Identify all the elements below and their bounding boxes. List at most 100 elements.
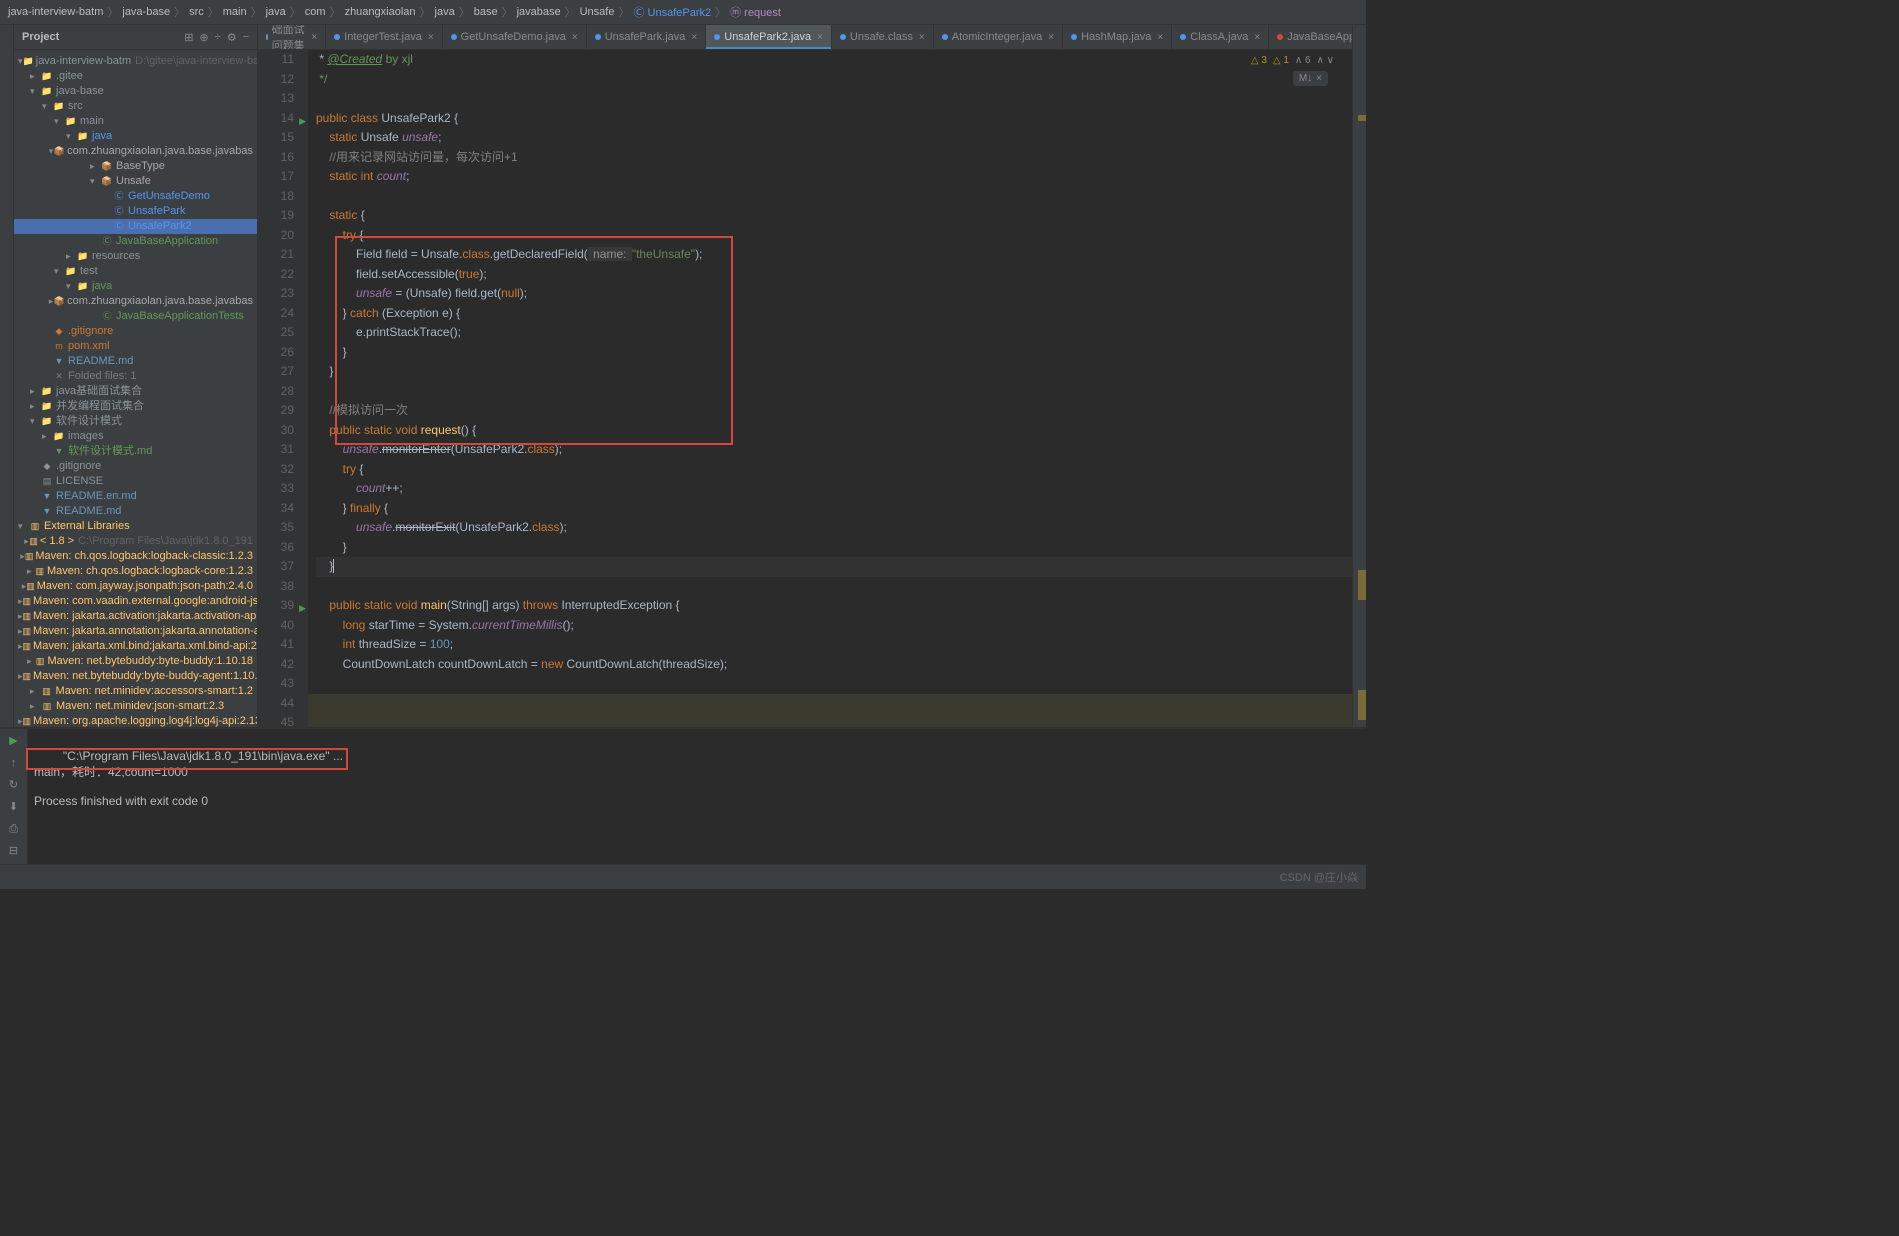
nav-arrows[interactable]: ∧ ∨	[1317, 55, 1334, 66]
tree-item[interactable]: ◆.gitignore	[14, 324, 257, 339]
tree-item[interactable]: ▼README.en.md	[14, 489, 257, 504]
file-icon	[714, 34, 720, 40]
run-tool[interactable]: ⬇	[6, 799, 22, 815]
tree-item[interactable]: ▸📁并发编程面试集合	[14, 399, 257, 414]
close-icon[interactable]: ×	[1254, 32, 1260, 43]
run-tool[interactable]: ▶	[6, 733, 22, 749]
run-tool[interactable]: ⎙	[6, 821, 22, 837]
run-tools[interactable]: ▶↑↻⬇⎙⊟🗑	[0, 729, 28, 864]
tree-item[interactable]: ▸▥Maven: net.minidev:json-smart:2.3	[14, 699, 257, 714]
marker[interactable]	[1358, 115, 1366, 121]
tree-item[interactable]: ▾📁main	[14, 114, 257, 129]
tree-item[interactable]: ▸▥Maven: com.vaadin.external.google:andr…	[14, 594, 257, 609]
tree-item[interactable]: ▾▥External Libraries	[14, 519, 257, 534]
weak-warning-count[interactable]: ∧ 6	[1295, 55, 1311, 66]
tree-item[interactable]: ▼README.md	[14, 504, 257, 519]
inlay-hint[interactable]: M↓ ×	[1293, 71, 1328, 86]
editor-tab[interactable]: UnsafePark.java×	[587, 25, 707, 49]
tree-item[interactable]: ▸▥Maven: ch.qos.logback:logback-classic:…	[14, 549, 257, 564]
file-icon	[840, 34, 846, 40]
error-count[interactable]: △ 3	[1251, 55, 1267, 66]
tree-item[interactable]: ⒸJavaBaseApplicationTests	[14, 309, 257, 324]
tree-item[interactable]: ▸▥Maven: jakarta.annotation:jakarta.anno…	[14, 624, 257, 639]
close-icon[interactable]: ×	[817, 32, 823, 43]
tree-item[interactable]: ⒸUnsafePark2	[14, 219, 257, 234]
editor-tab[interactable]: AtomicInteger.java×	[934, 25, 1063, 49]
tree-item[interactable]: ▸▥Maven: com.jayway.jsonpath:json-path:2…	[14, 579, 257, 594]
close-icon[interactable]: ×	[1157, 32, 1163, 43]
inlay-text: M↓	[1299, 73, 1312, 84]
tree-item[interactable]: ▾📁软件设计模式	[14, 414, 257, 429]
tree-item[interactable]: ▸▥Maven: net.bytebuddy:byte-buddy-agent:…	[14, 669, 257, 684]
project-header: Project ⊞⊕÷⚙−	[14, 25, 257, 50]
project-tools[interactable]: ⊞⊕÷⚙−	[184, 31, 249, 44]
run-tool[interactable]: ↻	[6, 777, 22, 793]
tree-item[interactable]: ▸▥Maven: jakarta.xml.bind:jakarta.xml.bi…	[14, 639, 257, 654]
tree-item[interactable]: ▾📁src	[14, 99, 257, 114]
tree-item[interactable]: ✕Folded files: 1	[14, 369, 257, 384]
editor-tabs[interactable]: java基础面试问题集合.md×IntegerTest.java×GetUnsa…	[258, 25, 1352, 50]
tree-item[interactable]: ▸📁java基础面试集合	[14, 384, 257, 399]
close-icon[interactable]: ×	[691, 32, 697, 43]
tree-item[interactable]: ▾📁java-base	[14, 84, 257, 99]
status-bar	[0, 864, 1366, 889]
editor-tab[interactable]: Unsafe.class×	[832, 25, 934, 49]
tree-item[interactable]: ▸📁resources	[14, 249, 257, 264]
close-icon[interactable]: ×	[311, 32, 317, 43]
tree-item[interactable]: ▸▥Maven: net.minidev:accessors-smart:1.2	[14, 684, 257, 699]
tree-item[interactable]: ◆.gitignore	[14, 459, 257, 474]
close-icon[interactable]: ×	[1048, 32, 1054, 43]
run-tool[interactable]: ⊟	[6, 843, 22, 859]
tree-item[interactable]: ▾📁java-interview-batmD:\gitee\java-inter…	[14, 54, 257, 69]
tree-item[interactable]: ▸▥Maven: net.bytebuddy:byte-buddy:1.10.1…	[14, 654, 257, 669]
project-tree[interactable]: ▾📁java-interview-batmD:\gitee\java-inter…	[14, 50, 257, 727]
close-icon[interactable]: ×	[1316, 73, 1322, 84]
code-area[interactable]: 11121314▶1516171819202122232425262728293…	[258, 50, 1352, 727]
tree-item[interactable]: ▸📦com.zhuangxiaolan.java.base.javabas	[14, 294, 257, 309]
tree-item[interactable]: ▸▥< 1.8 >C:\Program Files\Java\jdk1.8.0_…	[14, 534, 257, 549]
right-stripe	[1352, 25, 1366, 727]
left-stripe	[0, 25, 14, 727]
project-title[interactable]: Project	[22, 31, 59, 43]
editor-tab[interactable]: IntegerTest.java×	[326, 25, 443, 49]
project-panel: Project ⊞⊕÷⚙− ▾📁java-interview-batmD:\gi…	[14, 25, 258, 727]
tree-item[interactable]: mpom.xml	[14, 339, 257, 354]
tree-item[interactable]: ▾📁java	[14, 129, 257, 144]
file-icon	[595, 34, 601, 40]
marker[interactable]	[1358, 570, 1366, 600]
editor-tab[interactable]: ClassA.java×	[1172, 25, 1269, 49]
tree-item[interactable]: ▸📁images	[14, 429, 257, 444]
tree-item[interactable]: ▾📁java	[14, 279, 257, 294]
editor-tab[interactable]: JavaBaseApplication.java×	[1269, 25, 1352, 49]
tree-item[interactable]: ▸▥Maven: ch.qos.logback:logback-core:1.2…	[14, 564, 257, 579]
close-icon[interactable]: ×	[919, 32, 925, 43]
file-icon	[266, 34, 268, 40]
tree-item[interactable]: ▼软件设计模式.md	[14, 444, 257, 459]
close-icon[interactable]: ×	[428, 32, 434, 43]
problems-indicator[interactable]: △ 3 △ 1 ∧ 6 ∧ ∨	[1251, 55, 1334, 66]
code[interactable]: * @Created by xjl */public class UnsafeP…	[308, 50, 1352, 727]
tree-item[interactable]: ▾📦com.zhuangxiaolan.java.base.javabas	[14, 144, 257, 159]
editor-tab[interactable]: HashMap.java×	[1063, 25, 1172, 49]
tree-item[interactable]: ▼README.md	[14, 354, 257, 369]
close-icon[interactable]: ×	[572, 32, 578, 43]
tree-item[interactable]: ⒸGetUnsafeDemo	[14, 189, 257, 204]
tree-item[interactable]: ⒸJavaBaseApplication	[14, 234, 257, 249]
warning-count[interactable]: △ 1	[1273, 55, 1289, 66]
editor-tab[interactable]: java基础面试问题集合.md×	[258, 25, 326, 49]
editor-tab[interactable]: GetUnsafeDemo.java×	[443, 25, 587, 49]
tree-item[interactable]: ▤LICENSE	[14, 474, 257, 489]
marker[interactable]	[1358, 690, 1366, 720]
run-tool[interactable]: ↑	[6, 755, 22, 771]
tree-item[interactable]: ▾📁test	[14, 264, 257, 279]
tree-item[interactable]: ⒸUnsafePark	[14, 204, 257, 219]
breadcrumb-bar: java-interview-batm〉java-base〉src〉main〉j…	[0, 0, 1366, 25]
tree-item[interactable]: ▸📦BaseType	[14, 159, 257, 174]
tree-item[interactable]: ▸📁.gitee	[14, 69, 257, 84]
run-output[interactable]: "C:\Program Files\Java\jdk1.8.0_191\bin\…	[28, 729, 1366, 864]
breadcrumb[interactable]: java-interview-batm〉java-base〉src〉main〉j…	[8, 4, 781, 20]
tree-item[interactable]: ▾📦Unsafe	[14, 174, 257, 189]
editor-tab[interactable]: UnsafePark2.java×	[706, 25, 832, 49]
tree-item[interactable]: ▸▥Maven: org.apache.logging.log4j:log4j-…	[14, 714, 257, 727]
tree-item[interactable]: ▸▥Maven: jakarta.activation:jakarta.acti…	[14, 609, 257, 624]
